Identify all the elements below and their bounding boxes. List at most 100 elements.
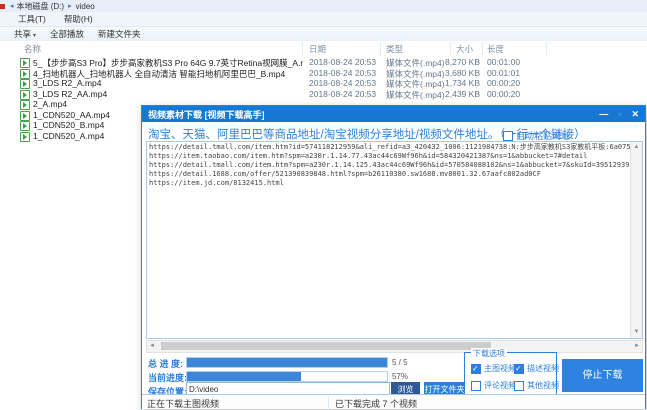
- file-size: 3,680 KB: [420, 68, 480, 78]
- file-row[interactable]: 5_【步步高S3 Pro】步步高家教机S3 Pro 64G 9.7英寸Retin…: [0, 57, 647, 68]
- media-file-icon: [20, 121, 30, 131]
- minimize-button[interactable]: —: [599, 106, 608, 122]
- file-name: 3_LDS R2_A.mp4: [33, 78, 303, 88]
- drive-icon: [0, 4, 5, 9]
- file-size: 8,270 KB: [420, 57, 480, 67]
- total-progress-fill: [187, 358, 387, 367]
- maximize-button[interactable]: ▫: [618, 106, 621, 122]
- back-arrow-icon[interactable]: ◂: [10, 2, 14, 10]
- scroll-up-icon[interactable]: ▲: [631, 143, 642, 152]
- current-progress-value: 57%: [392, 372, 408, 381]
- file-size: 2,439 KB: [420, 89, 480, 99]
- file-row[interactable]: 3_LDS R2_AA.mp4 2018-08-24 20:53 媒体文件(.m…: [0, 89, 647, 100]
- new-folder-button[interactable]: 新建文件夹: [98, 28, 141, 40]
- file-length: 00:00:20: [487, 78, 520, 88]
- horizontal-scrollbar[interactable]: ◄ ►: [146, 340, 643, 353]
- media-file-icon: [20, 90, 30, 100]
- total-progress-bar: [186, 357, 388, 368]
- column-headers: 名称 日期 类型 大小 长度: [0, 41, 647, 56]
- media-file-icon: [20, 69, 30, 79]
- url-textarea[interactable]: https://detail.tmall.com/item.htm?id=574…: [146, 141, 643, 339]
- column-header-type[interactable]: 类型: [386, 43, 403, 55]
- scroll-right-icon[interactable]: ►: [634, 341, 640, 351]
- column-header-length[interactable]: 长度: [487, 43, 504, 55]
- play-all-button[interactable]: 全部播放: [50, 28, 84, 40]
- play-icon: [23, 123, 27, 129]
- stop-download-button[interactable]: 停止下载: [562, 359, 643, 392]
- window-buttons: — ▫ ✕: [599, 106, 639, 122]
- close-icon[interactable]: ✕: [631, 106, 639, 122]
- media-file-icon: [20, 100, 30, 110]
- share-button[interactable]: 共享▾: [14, 28, 36, 40]
- option-label: 评论视频: [484, 380, 516, 391]
- scrollbar-thumb[interactable]: [161, 342, 491, 350]
- option-other-video[interactable]: 其他视频: [514, 380, 559, 391]
- download-options-group: 下载选项 主图视频 描述视频 评论视频 其他视频: [464, 352, 557, 398]
- column-divider: [546, 42, 547, 55]
- file-size: 1,734 KB: [420, 78, 480, 88]
- breadcrumb-separator-icon: ▸: [68, 2, 72, 10]
- play-icon: [23, 134, 27, 140]
- menu-bar: 工具(T) 帮助(H): [0, 12, 647, 27]
- checkbox-checked-icon[interactable]: [471, 364, 481, 374]
- status-completed-text: 已下载完成 7 个视频: [328, 397, 417, 410]
- file-length: 00:00:20: [487, 89, 520, 99]
- breadcrumb-folder[interactable]: video: [76, 2, 95, 11]
- column-divider: [302, 42, 303, 55]
- media-file-icon: [20, 132, 30, 142]
- breadcrumb-drive[interactable]: 本地磁盘 (D:): [17, 1, 65, 12]
- play-icon: [23, 113, 27, 119]
- play-icon: [23, 60, 27, 66]
- column-header-name[interactable]: 名称: [24, 43, 41, 55]
- option-label: 描述视频: [527, 363, 559, 374]
- address-bar[interactable]: ◂ 本地磁盘 (D:) ▸ video: [0, 0, 647, 12]
- total-progress-value: 5 / 5: [392, 358, 408, 367]
- current-progress-fill: [187, 372, 301, 381]
- media-file-icon: [20, 79, 30, 89]
- dialog-titlebar[interactable]: 视频素材下载 [视频下载高手] — ▫ ✕: [142, 106, 645, 122]
- checkbox-checked-icon[interactable]: [514, 364, 524, 374]
- file-date: 2018-08-24 20:53: [309, 68, 376, 78]
- column-divider: [482, 42, 483, 55]
- checkbox-unchecked-icon[interactable]: [471, 381, 481, 391]
- play-icon: [23, 81, 27, 87]
- media-file-icon: [20, 111, 30, 121]
- play-icon: [23, 102, 27, 108]
- media-file-icon: [20, 58, 30, 68]
- file-date: 2018-08-24 20:53: [309, 78, 376, 88]
- screen: ◂ 本地磁盘 (D:) ▸ video 工具(T) 帮助(H) 共享▾ 全部播放…: [0, 0, 647, 410]
- download-options-legend: 下载选项: [471, 348, 507, 359]
- toolbar: 共享▾ 全部播放 新建文件夹: [0, 27, 647, 42]
- status-downloading-text: 正在下载主图视频: [147, 397, 219, 410]
- option-label: 主图视频: [484, 363, 516, 374]
- option-description-video[interactable]: 描述视频: [514, 363, 559, 374]
- current-progress-label: 当前进度:: [148, 371, 187, 384]
- column-header-date[interactable]: 日期: [309, 43, 326, 55]
- scroll-left-icon[interactable]: ◄: [149, 341, 155, 351]
- current-progress-bar: [186, 371, 388, 382]
- option-comment-video[interactable]: 评论视频: [471, 380, 516, 391]
- vertical-scrollbar[interactable]: ▲ ▼: [630, 142, 642, 338]
- url-list-text[interactable]: https://detail.tmall.com/item.htm?id=574…: [149, 143, 630, 337]
- play-icon: [23, 92, 27, 98]
- column-header-size[interactable]: 大小: [456, 43, 473, 55]
- checkbox-unchecked-icon[interactable]: [514, 381, 524, 391]
- dialog-title: 视频素材下载 [视频下载高手]: [148, 108, 265, 121]
- menu-help[interactable]: 帮助(H): [64, 13, 93, 25]
- option-main-video[interactable]: 主图视频: [471, 363, 516, 374]
- scroll-down-icon[interactable]: ▼: [631, 328, 642, 337]
- chevron-down-icon: ▾: [33, 33, 36, 39]
- play-icon: [23, 71, 27, 77]
- dialog-status-bar: 正在下载主图视频 已下载完成 7 个视频: [142, 394, 645, 409]
- file-length: 00:01:00: [487, 57, 520, 67]
- file-name: 3_LDS R2_AA.mp4: [33, 89, 303, 99]
- column-divider: [380, 42, 381, 55]
- file-row[interactable]: 3_LDS R2_A.mp4 2018-08-24 20:53 媒体文件(.mp…: [0, 78, 647, 89]
- file-row[interactable]: 4_扫地机器人_扫地机器人 全自动清洁 智能扫地机阿里巴巴_B.mp4 2018…: [0, 68, 647, 79]
- menu-tools[interactable]: 工具(T): [18, 13, 46, 25]
- checkbox-unchecked-icon[interactable]: [503, 131, 513, 141]
- total-progress-label: 总 进 度:: [148, 357, 183, 370]
- download-dialog: 视频素材下载 [视频下载高手] — ▫ ✕ 淘宝、天猫、阿里巴巴等商品地址/淘宝…: [141, 105, 646, 409]
- file-length: 00:01:01: [487, 68, 520, 78]
- file-date: 2018-08-24 20:53: [309, 57, 376, 67]
